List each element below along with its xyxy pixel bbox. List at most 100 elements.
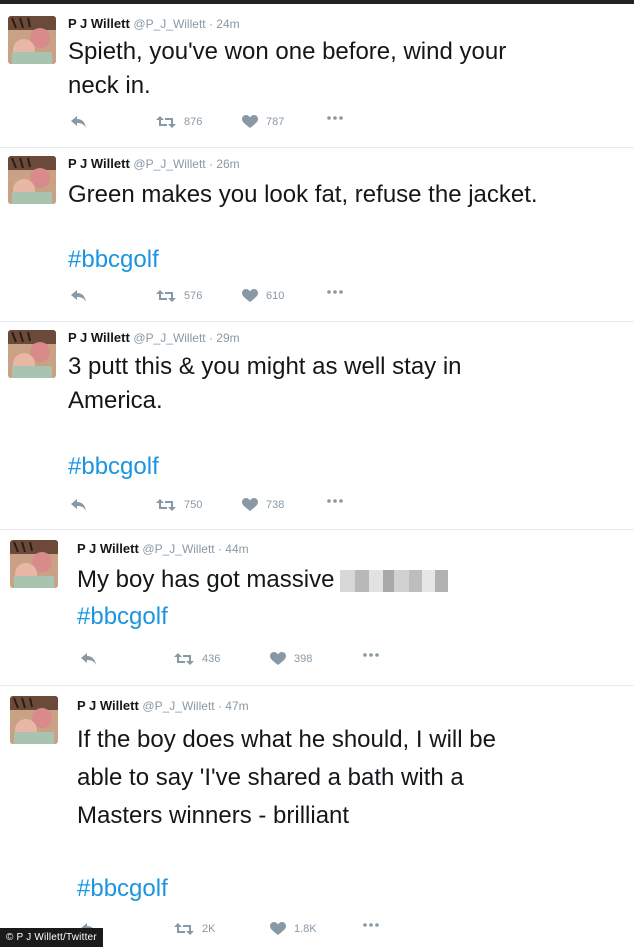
hashtag-link[interactable]: #bbcgolf: [77, 600, 168, 634]
more-dots-icon: [327, 116, 343, 120]
retweet-icon: [156, 116, 176, 128]
retweet-count: 876: [184, 116, 203, 128]
tweet-text-line: able to say 'I've shared a bath with a: [77, 764, 464, 791]
avatar[interactable]: [8, 156, 56, 204]
tweet-text: My boy has got massive: [77, 563, 449, 597]
reply-arrow-icon: [71, 290, 86, 302]
like-button[interactable]: 610: [242, 289, 284, 303]
more-dots-icon: [363, 653, 379, 657]
author-name[interactable]: P J Willett: [68, 156, 130, 171]
heart-icon: [242, 289, 258, 302]
hashtag-link[interactable]: #bbcgolf: [68, 243, 159, 277]
tweet-text: If the boy does what he should, I will b…: [77, 721, 496, 835]
tweet-3: P J Willett @P_J_Willett · 29m 3 putt th…: [0, 322, 634, 528]
like-button[interactable]: 738: [242, 498, 284, 512]
photo-credit: © P J Willett/Twitter: [0, 928, 103, 947]
more-button[interactable]: [362, 922, 380, 928]
tweet-header: P J Willett @P_J_Willett · 24m: [68, 16, 240, 31]
heart-icon: [242, 498, 258, 511]
retweet-icon: [174, 653, 194, 665]
like-count: 610: [266, 290, 285, 302]
reply-button[interactable]: [70, 115, 88, 129]
retweet-count: 750: [184, 499, 203, 511]
retweet-button[interactable]: 750: [156, 498, 202, 512]
retweet-count: 2K: [202, 923, 216, 935]
tweet-actions: 2K 1.8K: [80, 922, 390, 942]
reply-arrow-icon: [81, 653, 96, 665]
like-count: 787: [266, 116, 285, 128]
tweet-text-line: Masters winners - brilliant: [77, 802, 350, 829]
retweet-button[interactable]: 436: [174, 652, 220, 666]
tweet-header: P J Willett @P_J_Willett · 29m: [68, 330, 240, 345]
tweet-time[interactable]: 29m: [216, 331, 239, 345]
tweet-text-line: If the boy does what he should, I will b…: [77, 726, 496, 753]
reply-arrow-icon: [71, 116, 86, 128]
tweet-text-line: neck in.: [68, 72, 151, 99]
like-count: 398: [294, 653, 313, 665]
tweet-text-line: Spieth, you've won one before, wind your: [68, 38, 507, 65]
tweet-5: P J Willett @P_J_Willett · 47m If the bo…: [0, 686, 634, 947]
more-button[interactable]: [362, 652, 380, 658]
like-count: 738: [266, 499, 285, 511]
author-name[interactable]: P J Willett: [77, 698, 139, 713]
tweet-time[interactable]: 44m: [225, 542, 248, 556]
more-button[interactable]: [326, 115, 344, 121]
tweet-header: P J Willett @P_J_Willett · 47m: [77, 698, 249, 713]
tweet-text-line: America.: [68, 387, 163, 414]
avatar[interactable]: [10, 540, 58, 588]
like-button[interactable]: 398: [270, 652, 312, 666]
retweet-count: 576: [184, 290, 203, 302]
hashtag-link[interactable]: #bbcgolf: [77, 872, 168, 906]
author-handle[interactable]: @P_J_Willett: [142, 699, 214, 713]
author-name[interactable]: P J Willett: [77, 541, 139, 556]
tweet-actions: 750 738: [70, 498, 370, 518]
author-handle[interactable]: @P_J_Willett: [133, 331, 205, 345]
top-bar: [0, 0, 634, 4]
tweet-header: P J Willett @P_J_Willett · 44m: [77, 541, 249, 556]
retweet-icon: [156, 499, 176, 511]
heart-icon: [270, 652, 286, 665]
like-button[interactable]: 787: [242, 115, 284, 129]
author-name[interactable]: P J Willett: [68, 330, 130, 345]
avatar[interactable]: [10, 696, 58, 744]
like-button[interactable]: 1.8K: [270, 922, 317, 936]
avatar[interactable]: [8, 16, 56, 64]
like-count: 1.8K: [294, 923, 317, 935]
tweet-2: P J Willett @P_J_Willett · 26m Green mak…: [0, 148, 634, 320]
more-dots-icon: [363, 923, 379, 927]
tweet-4: P J Willett @P_J_Willett · 44m My boy ha…: [0, 530, 634, 684]
more-button[interactable]: [326, 498, 344, 504]
author-handle[interactable]: @P_J_Willett: [133, 157, 205, 171]
tweet-text: 3 putt this & you might as well stay in …: [68, 350, 462, 418]
reply-button[interactable]: [80, 652, 98, 666]
tweet-time[interactable]: 47m: [225, 699, 248, 713]
tweet-actions: 576 610: [70, 289, 370, 309]
more-dots-icon: [327, 499, 343, 503]
tweet-time[interactable]: 26m: [216, 157, 239, 171]
reply-button[interactable]: [70, 498, 88, 512]
tweet-time[interactable]: 24m: [216, 17, 239, 31]
tweet-actions: 436 398: [80, 652, 390, 672]
author-name[interactable]: P J Willett: [68, 16, 130, 31]
pixelated-censor: [340, 569, 449, 592]
retweet-button[interactable]: 576: [156, 289, 202, 303]
tweet-text-line: 3 putt this & you might as well stay in: [68, 353, 462, 380]
retweet-icon: [174, 923, 194, 935]
author-handle[interactable]: @P_J_Willett: [133, 17, 205, 31]
retweet-button[interactable]: 2K: [174, 922, 215, 936]
tweet-text-line: My boy has got massive: [77, 566, 335, 593]
retweet-count: 436: [202, 653, 221, 665]
heart-icon: [242, 115, 258, 128]
author-handle[interactable]: @P_J_Willett: [142, 542, 214, 556]
tweet-text: Spieth, you've won one before, wind your…: [68, 35, 506, 103]
tweet-header: P J Willett @P_J_Willett · 26m: [68, 156, 240, 171]
heart-icon: [270, 922, 286, 935]
avatar[interactable]: [8, 330, 56, 378]
reply-button[interactable]: [70, 289, 88, 303]
tweet-actions: 876 787: [70, 115, 370, 135]
retweet-button[interactable]: 876: [156, 115, 202, 129]
more-button[interactable]: [326, 289, 344, 295]
reply-arrow-icon: [71, 499, 86, 511]
hashtag-link[interactable]: #bbcgolf: [68, 450, 159, 484]
tweet-text-line: Green makes you look fat, refuse the jac…: [68, 181, 538, 208]
